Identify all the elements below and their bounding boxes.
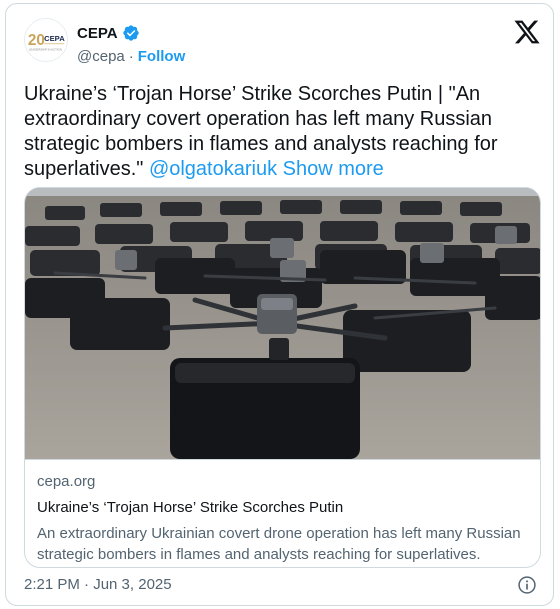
link-domain: cepa.org (37, 473, 96, 490)
author-handle[interactable]: @cepa (77, 48, 125, 65)
link-description: An extraordinary Ukrainian covert drone … (37, 525, 521, 563)
author-handle-row: @cepa · Follow (77, 46, 185, 66)
mention-link[interactable]: @olgatokariuk (149, 158, 277, 180)
drones-photo[interactable] (25, 188, 540, 459)
info-icon[interactable] (517, 575, 537, 595)
verified-badge-icon (122, 24, 140, 42)
svg-text:20: 20 (28, 32, 45, 49)
link-preview-card[interactable]: cepa.org Ukraine’s ‘Trojan Horse’ Strike… (24, 187, 541, 568)
tweet-card: 20 CEPA LEADERSHIP IN ACTION CEPA @cepa … (5, 3, 554, 606)
separator-dot: · (128, 47, 134, 65)
x-logo-icon[interactable] (513, 18, 541, 46)
tweet-timestamp[interactable]: 2:21 PM · Jun 3, 2025 (24, 576, 172, 593)
cepa-avatar[interactable]: 20 CEPA LEADERSHIP IN ACTION (24, 18, 68, 62)
tweet-text: Ukraine’s ‘Trojan Horse’ Strike Scorches… (24, 82, 544, 182)
link-meta: cepa.org Ukraine’s ‘Trojan Horse’ Strike… (25, 459, 540, 567)
link-title[interactable]: Ukraine’s ‘Trojan Horse’ Strike Scorches… (37, 498, 530, 518)
svg-text:LEADERSHIP IN ACTION: LEADERSHIP IN ACTION (29, 48, 62, 52)
show-more-link[interactable]: Show more (283, 158, 384, 180)
author-display-name[interactable]: CEPA (77, 25, 118, 42)
author-name-row: CEPA (77, 22, 140, 44)
follow-button[interactable]: Follow (138, 48, 186, 65)
svg-text:CEPA: CEPA (44, 34, 65, 43)
